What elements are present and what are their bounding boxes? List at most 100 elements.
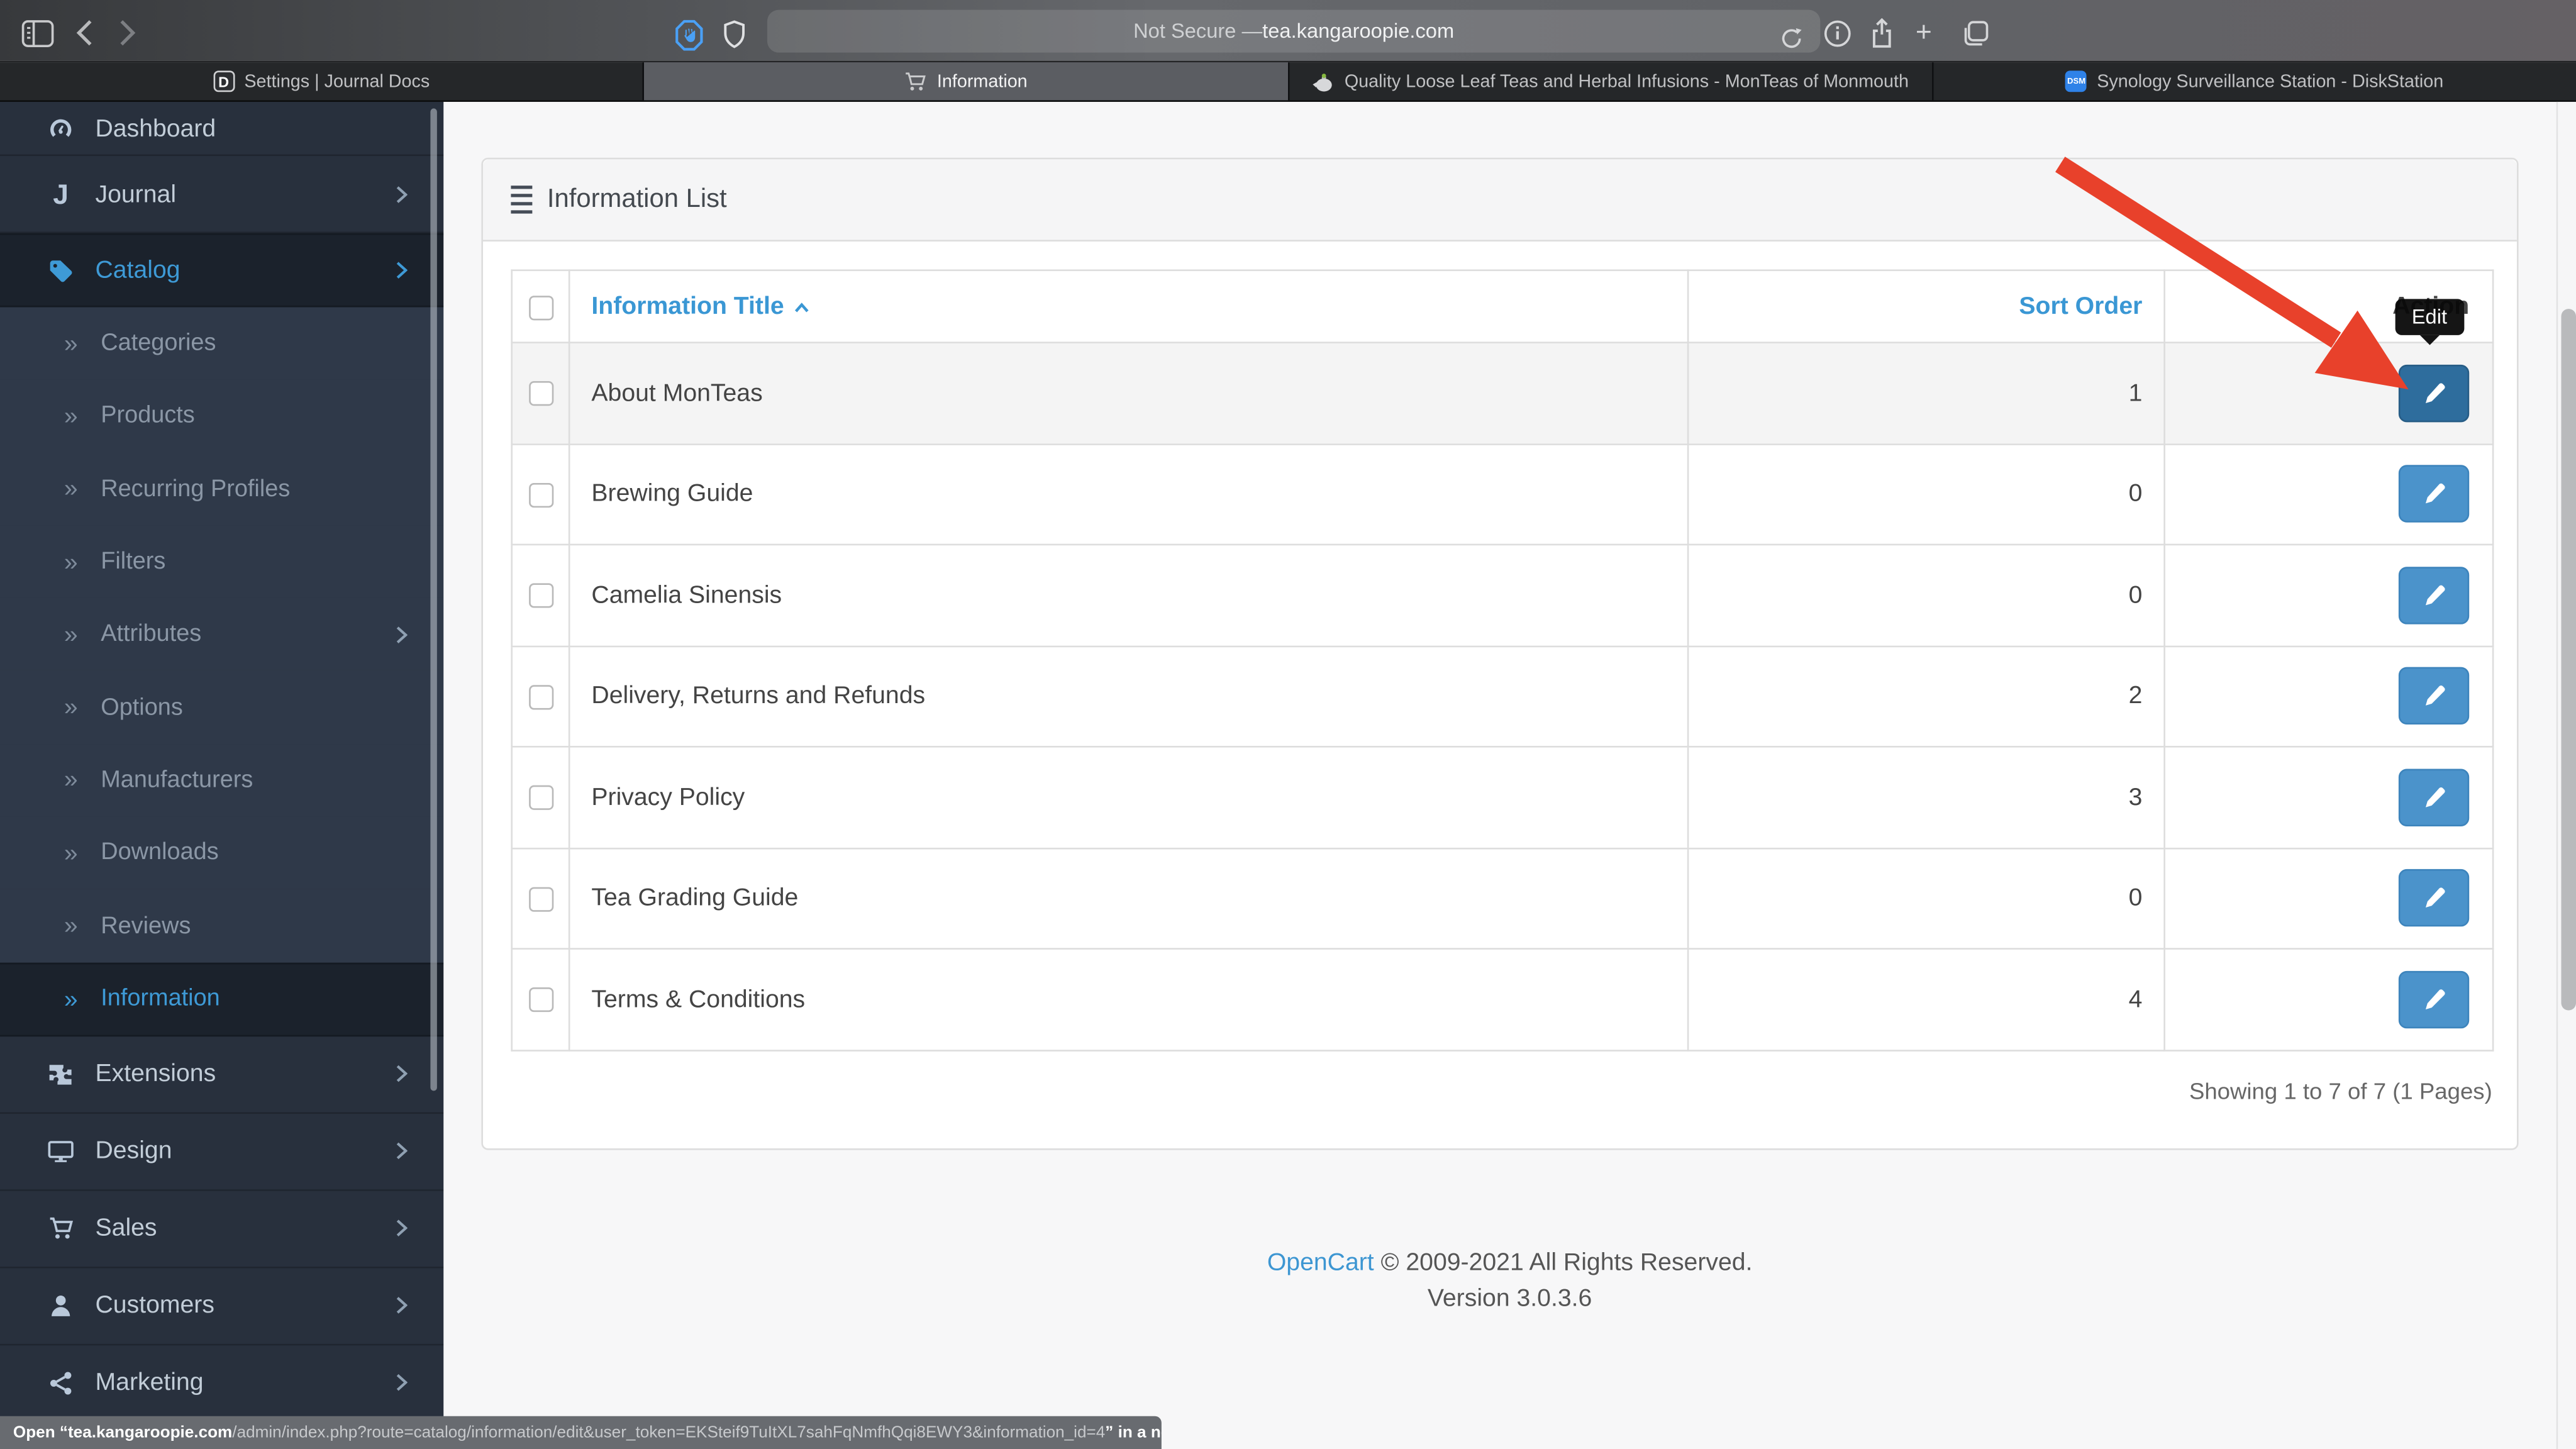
row-checkbox[interactable]	[528, 786, 553, 811]
double-angle-icon: »	[64, 402, 78, 431]
edit-button[interactable]	[2398, 768, 2470, 826]
double-angle-icon: »	[64, 548, 78, 576]
browser-tab-synology[interactable]: DSM Synology Surveillance Station - Disk…	[1933, 62, 2576, 101]
edit-tooltip: Edit	[2395, 299, 2464, 345]
sidebar-item-extensions[interactable]: Extensions	[0, 1036, 444, 1114]
panel-body: Information Title Sort Order Action Abou…	[483, 242, 2517, 1131]
page-scrollbar-thumb[interactable]	[2560, 309, 2575, 1011]
forward-icon[interactable]	[118, 13, 136, 53]
sidebar-item-options[interactable]: » Options	[0, 671, 444, 744]
row-sort-order: 0	[1687, 443, 2165, 546]
row-checkbox[interactable]	[528, 684, 553, 709]
address-bar[interactable]: Not Secure — tea.kangaroopie.com	[767, 9, 1821, 53]
table-row: Delivery, Returns and Refunds 2	[511, 645, 2494, 748]
share-icon[interactable]	[1870, 13, 1894, 53]
status-link-suffix: ” in a new tab	[1105, 1423, 1162, 1442]
sidebar-item-label: Design	[95, 1137, 172, 1165]
chevron-right-icon	[396, 1374, 408, 1392]
chevron-right-icon	[396, 1297, 408, 1315]
column-header-sort-order[interactable]: Sort Order	[1687, 269, 2165, 343]
url-domain: tea.kangaroopie.com	[1262, 19, 1455, 43]
double-angle-icon: »	[64, 985, 78, 1013]
browser-toolbar: Not Secure — tea.kangaroopie.com +	[0, 0, 2576, 63]
row-sort-order: 0	[1687, 847, 2165, 950]
sidebar-item-products[interactable]: » Products	[0, 380, 444, 453]
sidebar-item-categories[interactable]: » Categories	[0, 307, 444, 380]
row-checkbox[interactable]	[528, 381, 553, 406]
info-icon[interactable]	[1824, 13, 1852, 53]
user-icon	[45, 1292, 77, 1319]
sidebar-item-recurring-profiles[interactable]: » Recurring Profiles	[0, 452, 444, 526]
row-checkbox[interactable]	[528, 887, 553, 912]
share-nodes-icon	[45, 1370, 77, 1396]
status-link-path: /admin/index.php?route=catalog/informati…	[232, 1423, 1106, 1442]
sidebar-item-information[interactable]: » Information	[0, 962, 444, 1036]
page-scrollbar[interactable]	[2556, 101, 2576, 1449]
url-security-label: Not Secure —	[1133, 19, 1263, 43]
edit-button[interactable]	[2398, 364, 2470, 422]
row-title: Delivery, Returns and Refunds	[568, 645, 1689, 748]
tab-overview-icon[interactable]	[1962, 13, 1989, 53]
select-all-checkbox[interactable]	[528, 294, 553, 320]
row-checkbox[interactable]	[528, 482, 553, 508]
edit-button[interactable]	[2398, 465, 2470, 523]
copyright-text: © 2009-2021 All Rights Reserved.	[1374, 1248, 1753, 1277]
chevron-right-icon	[396, 1142, 408, 1160]
sidebar-item-manufacturers[interactable]: » Manufacturers	[0, 743, 444, 817]
chevron-right-icon	[396, 1219, 408, 1238]
journal-docs-favicon: D	[213, 70, 235, 92]
information-table: Information Title Sort Order Action Abou…	[511, 269, 2494, 1051]
sidebar-item-customers[interactable]: Customers	[0, 1267, 444, 1345]
table-row: Brewing Guide 0	[511, 443, 2494, 546]
browser-tab-monteas[interactable]: Quality Loose Leaf Teas and Herbal Infus…	[1289, 62, 1933, 101]
browser-tab-information[interactable]: Information	[644, 62, 1289, 101]
double-angle-icon: »	[64, 693, 78, 722]
opencart-link[interactable]: OpenCart	[1267, 1248, 1374, 1276]
sidebar-item-downloads[interactable]: » Downloads	[0, 816, 444, 890]
row-checkbox[interactable]	[528, 987, 553, 1013]
list-icon	[511, 185, 533, 214]
back-icon[interactable]	[75, 13, 94, 53]
sidebar-scrollbar[interactable]	[430, 108, 437, 1091]
sidebar-item-attributes[interactable]: » Attributes	[0, 598, 444, 672]
shield-icon[interactable]	[723, 15, 746, 55]
row-checkbox[interactable]	[528, 584, 553, 609]
sidebar-item-journal[interactable]: J Journal	[0, 156, 444, 233]
sidebar-item-reviews[interactable]: » Reviews	[0, 889, 444, 962]
row-sort-order: 1	[1687, 341, 2165, 445]
pagination-status: Showing 1 to 7 of 7 (1 Pages)	[2189, 1077, 2492, 1104]
edit-button[interactable]	[2398, 566, 2470, 624]
edit-button[interactable]	[2398, 970, 2470, 1028]
sidebar-item-label: Marketing	[95, 1368, 204, 1397]
browser-tab-journal-docs[interactable]: D Settings | Journal Docs	[0, 62, 645, 101]
sidebar-item-dashboard[interactable]: Dashboard	[0, 101, 444, 157]
row-sort-order: 0	[1687, 543, 2165, 647]
sidebar-item-filters[interactable]: » Filters	[0, 525, 444, 599]
chevron-right-icon	[396, 626, 408, 644]
content-blocker-icon[interactable]	[675, 15, 703, 55]
edit-button[interactable]	[2398, 667, 2470, 725]
sidebar-item-design[interactable]: Design	[0, 1113, 444, 1191]
edit-button[interactable]	[2398, 869, 2470, 927]
information-list-panel: Information List Information Title Sort …	[481, 157, 2519, 1150]
row-sort-order: 2	[1687, 645, 2165, 748]
monitor-icon	[45, 1138, 77, 1164]
sidebar-item-sales[interactable]: Sales	[0, 1191, 444, 1268]
double-angle-icon: »	[64, 330, 78, 358]
column-header-title[interactable]: Information Title	[568, 269, 1689, 343]
reload-icon[interactable]	[1779, 18, 1804, 58]
row-title: Terms & Conditions	[568, 948, 1689, 1051]
table-row: Terms & Conditions 4	[511, 948, 2494, 1051]
row-title: Privacy Policy	[568, 745, 1689, 849]
sidebar-item-marketing[interactable]: Marketing	[0, 1345, 444, 1423]
row-title: About MonTeas	[568, 341, 1689, 445]
sidebar-toggle-icon[interactable]	[21, 13, 54, 53]
table-header-row: Information Title Sort Order Action	[511, 269, 2494, 343]
table-row: About MonTeas 1	[511, 341, 2494, 445]
screenshot-stage: Not Secure — tea.kangaroopie.com + D Set…	[0, 0, 2576, 1449]
new-tab-icon[interactable]: +	[1916, 13, 1932, 53]
panel-header: Information List	[483, 159, 2517, 242]
sidebar-item-catalog[interactable]: Catalog	[0, 233, 444, 308]
opencart-admin: Dashboard J Journal Catalog » Categories …	[0, 101, 2576, 1449]
double-angle-icon: »	[64, 766, 78, 794]
